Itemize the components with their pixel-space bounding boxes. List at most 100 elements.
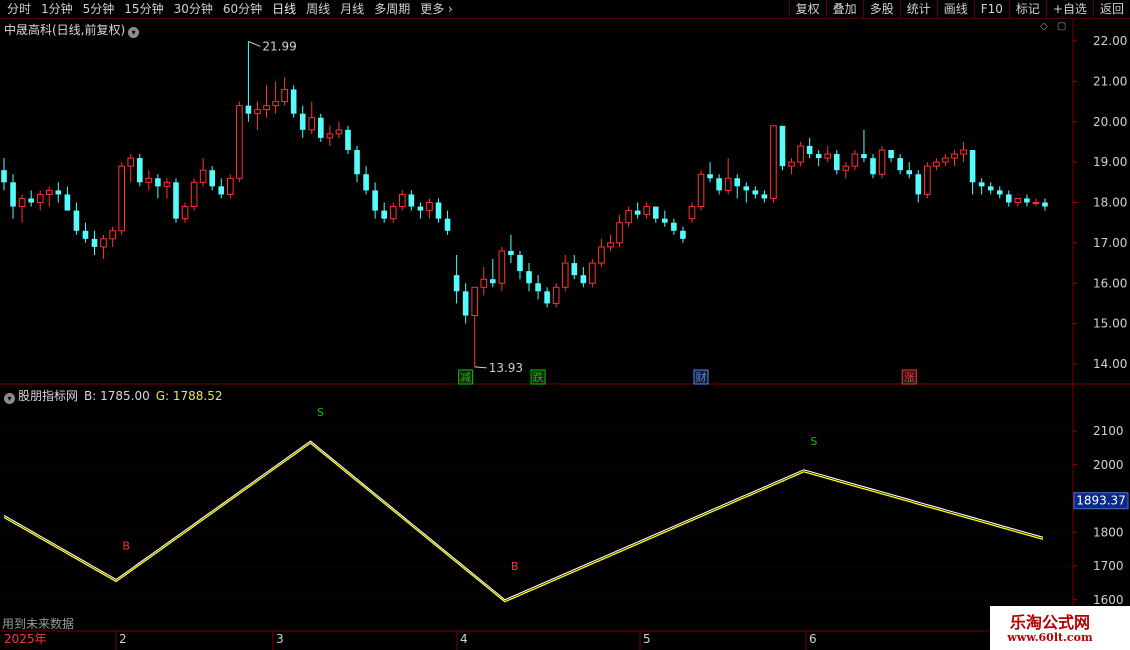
candle-body bbox=[453, 275, 460, 292]
candle bbox=[118, 162, 125, 235]
candle bbox=[435, 198, 442, 223]
candle-body bbox=[45, 189, 53, 195]
candle bbox=[697, 170, 705, 211]
candle-body bbox=[308, 117, 316, 131]
candle-body bbox=[335, 129, 343, 135]
candle bbox=[453, 254, 460, 304]
candle-body bbox=[680, 230, 686, 239]
candle bbox=[833, 150, 840, 175]
candle bbox=[851, 150, 859, 171]
candle-body bbox=[770, 125, 777, 199]
year-label: 2025年 bbox=[4, 632, 47, 646]
candle-body bbox=[372, 190, 378, 211]
candle bbox=[136, 154, 143, 187]
candle-body bbox=[1032, 202, 1040, 204]
kline-chart[interactable]: 22.00 21.00 20.00 19.00 18.00 17.00 16.00 15.00… bbox=[0, 0, 1130, 650]
candle-body bbox=[842, 165, 850, 171]
candle bbox=[318, 113, 324, 142]
candle-body bbox=[389, 206, 397, 220]
candle-body bbox=[73, 210, 80, 231]
signal-b-label: B bbox=[122, 540, 130, 553]
price-axis-label: 22.00 bbox=[1093, 34, 1127, 48]
candle bbox=[326, 125, 334, 146]
candle-body bbox=[299, 113, 306, 130]
current-value-label: 1893.37 bbox=[1076, 494, 1126, 508]
candle bbox=[870, 154, 876, 179]
candle bbox=[190, 178, 198, 211]
event-marker-label: 跌 bbox=[533, 370, 544, 384]
candle bbox=[552, 283, 560, 308]
candle-body bbox=[942, 157, 949, 163]
candle bbox=[616, 214, 623, 247]
candle-body bbox=[861, 154, 867, 159]
candle bbox=[924, 162, 931, 199]
candle-body bbox=[707, 174, 713, 179]
candle bbox=[398, 190, 406, 211]
candle bbox=[824, 145, 832, 163]
candle bbox=[218, 178, 225, 199]
candle-body bbox=[1042, 202, 1048, 207]
price-axis-label: 19.00 bbox=[1093, 155, 1127, 169]
candle-body bbox=[724, 177, 732, 191]
candle-body bbox=[734, 178, 741, 187]
event-marker-0: 减 bbox=[458, 369, 474, 385]
candle bbox=[526, 263, 532, 292]
candle bbox=[209, 166, 216, 191]
candle-body bbox=[408, 194, 415, 207]
candle-body bbox=[788, 161, 795, 167]
candle-body bbox=[218, 186, 225, 195]
candle-body bbox=[381, 210, 387, 219]
candle bbox=[417, 202, 424, 219]
candle-body bbox=[190, 181, 198, 208]
candle bbox=[480, 267, 488, 296]
candle bbox=[173, 178, 179, 223]
candle-body bbox=[978, 182, 985, 187]
candle bbox=[978, 178, 985, 195]
candle-body bbox=[652, 206, 659, 219]
candle-body bbox=[697, 173, 705, 208]
candle-body bbox=[924, 165, 931, 195]
candle-body bbox=[552, 286, 560, 304]
candle-body bbox=[833, 154, 840, 171]
candle bbox=[408, 190, 415, 211]
candle-body bbox=[671, 222, 677, 231]
candle bbox=[45, 186, 53, 207]
candle bbox=[779, 125, 786, 171]
candle bbox=[308, 101, 316, 134]
candle-body bbox=[906, 170, 913, 175]
candle bbox=[490, 259, 496, 288]
candle-body bbox=[544, 291, 550, 304]
candle bbox=[842, 162, 850, 179]
candle bbox=[969, 150, 976, 195]
candle bbox=[580, 267, 587, 288]
future-data-note: 用到未来数据 bbox=[2, 617, 75, 631]
candle-body bbox=[1024, 198, 1030, 203]
candle-body bbox=[55, 190, 62, 195]
candle-body bbox=[526, 271, 532, 284]
candle bbox=[444, 210, 451, 235]
candle-body bbox=[318, 117, 324, 138]
candle-body bbox=[100, 238, 107, 248]
candle bbox=[815, 150, 822, 167]
candle-body bbox=[290, 89, 297, 114]
candle bbox=[36, 190, 44, 211]
candle-body bbox=[326, 133, 334, 139]
candle-body bbox=[281, 88, 288, 103]
candle-body bbox=[589, 262, 596, 284]
candle-body bbox=[607, 242, 614, 248]
indicator-line-g bbox=[3, 442, 1044, 603]
candle bbox=[734, 174, 741, 199]
candle-body bbox=[797, 145, 804, 163]
candle bbox=[878, 145, 886, 179]
candle-body bbox=[236, 105, 243, 179]
candle bbox=[625, 206, 632, 227]
month-label: 5 bbox=[643, 632, 651, 646]
candle bbox=[471, 286, 479, 367]
candle bbox=[662, 210, 668, 227]
candle-body bbox=[245, 105, 252, 114]
candle-body bbox=[155, 178, 161, 187]
candle-body bbox=[64, 194, 71, 211]
candle-body bbox=[969, 150, 976, 183]
candle-body bbox=[36, 193, 44, 204]
candle bbox=[100, 234, 107, 260]
